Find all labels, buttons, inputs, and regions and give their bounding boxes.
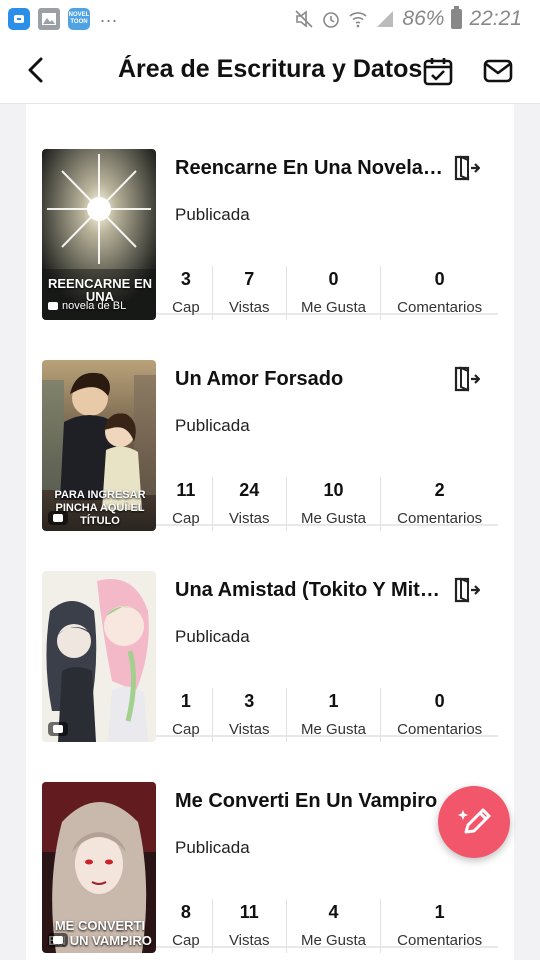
noveltoon-notification-icon: NOVEL TOON (68, 8, 90, 30)
comments-label: Comentarios (397, 299, 483, 316)
story-stats: 8 Cap 11 Vistas 4 Me Gusta 1 Comentarios (160, 899, 498, 955)
battery-percent: 86% (402, 7, 445, 30)
clock: 22:21 (469, 7, 522, 30)
signal-icon (377, 11, 394, 27)
story-item[interactable]: Una Amistad (Tokito Y Mits... Publicada … (42, 526, 498, 742)
comments-stat: 0 Comentarios (381, 688, 498, 742)
comments-count: 0 (434, 269, 445, 289)
likes-label: Me Gusta (300, 299, 366, 316)
exit-icon[interactable] (452, 576, 480, 604)
cover-subtitle-text: novela de BL (62, 300, 127, 312)
likes-count: 1 (328, 691, 339, 711)
top-app-bar: Área de Escritura y Datos (0, 38, 540, 104)
mail-icon[interactable] (482, 55, 514, 87)
publish-status: Publicada (175, 838, 250, 857)
battery-icon (451, 6, 463, 29)
chapters-stat: 3 Cap (160, 266, 212, 320)
story-cover[interactable]: ME CONVERTI EN UN VAMPIRO (42, 782, 156, 953)
views-count: 24 (239, 480, 260, 500)
story-title[interactable]: Un Amor Forsado (175, 368, 445, 391)
story-item[interactable]: REENCARNE EN UNA novela de BL Reencarne … (42, 104, 498, 320)
calendar-check-icon[interactable] (422, 55, 454, 87)
back-button[interactable] (22, 56, 50, 84)
story-stats: 3 Cap 7 Vistas 0 Me Gusta 0 Comentarios (160, 266, 498, 322)
comment-bubble-icon (48, 722, 68, 736)
comments-count: 1 (434, 902, 445, 922)
exit-icon[interactable] (452, 365, 480, 393)
system-indicators: 86% 22:21 (294, 6, 522, 31)
views-count: 3 (244, 691, 255, 711)
chevron-left-icon (28, 57, 43, 83)
chapters-count: 11 (176, 480, 196, 500)
story-title[interactable]: Me Converti En Un Vampiro (175, 790, 445, 813)
comment-bubble-icon (48, 511, 68, 525)
publish-status: Publicada (175, 627, 250, 646)
comments-count: 2 (434, 480, 445, 500)
publish-status: Publicada (175, 205, 250, 224)
write-story-button[interactable] (438, 786, 510, 858)
comments-label: Comentarios (397, 510, 483, 527)
likes-stat: 1 Me Gusta (287, 688, 381, 742)
notification-icons: NOVEL TOON ... (8, 5, 119, 30)
mute-icon (295, 10, 313, 28)
chapters-count: 1 (180, 691, 191, 711)
likes-stat: 4 Me Gusta (287, 899, 381, 953)
alarm-icon (323, 12, 340, 28)
comments-label: Comentarios (397, 721, 483, 738)
more-notifications-indicator: ... (100, 5, 119, 26)
chapters-stat: 11 Cap (160, 477, 212, 531)
story-title[interactable]: Reencarne En Una Novela ... (175, 157, 445, 180)
wifi-icon (349, 12, 367, 28)
story-item[interactable]: ME CONVERTI EN UN VAMPIRO Me Converti En… (42, 737, 498, 953)
likes-label: Me Gusta (300, 932, 366, 949)
exit-icon[interactable] (452, 154, 480, 182)
chapters-label: Cap (172, 721, 200, 738)
views-label: Vistas (228, 721, 270, 738)
comments-label: Comentarios (397, 932, 483, 949)
publish-status: Publicada (175, 416, 250, 435)
views-stat: 24 Vistas (213, 477, 286, 531)
likes-count: 10 (323, 480, 344, 500)
comment-bubble-icon (48, 302, 58, 310)
comments-stat: 1 Comentarios (381, 899, 498, 953)
app-notification-icon (8, 8, 30, 30)
story-cover[interactable] (42, 571, 156, 742)
comments-count: 0 (434, 691, 445, 711)
comments-stat: 2 Comentarios (381, 477, 498, 531)
story-stats: 11 Cap 24 Vistas 10 Me Gusta 2 Comentarios (160, 477, 498, 533)
comments-stat: 0 Comentarios (381, 266, 498, 320)
views-label: Vistas (228, 299, 270, 316)
likes-stat: 0 Me Gusta (287, 266, 381, 320)
views-label: Vistas (228, 510, 270, 527)
chapters-count: 3 (180, 269, 191, 289)
chapters-stat: 8 Cap (160, 899, 212, 953)
views-count: 7 (244, 269, 255, 289)
likes-label: Me Gusta (300, 721, 366, 738)
likes-label: Me Gusta (300, 510, 366, 527)
views-count: 11 (239, 902, 259, 922)
story-stats: 1 Cap 3 Vistas 1 Me Gusta 0 Comentarios (160, 688, 498, 744)
story-title[interactable]: Una Amistad (Tokito Y Mits... (175, 579, 445, 602)
chapters-label: Cap (172, 510, 200, 527)
story-cover[interactable]: PARA INGRESAR PINCHA AQUÍ EL TÍTULO (42, 360, 156, 531)
page-title: Área de Escritura y Datos (118, 55, 423, 83)
pencil-sparkle-icon (458, 808, 491, 834)
views-stat: 11 Vistas (213, 899, 286, 953)
story-item[interactable]: PARA INGRESAR PINCHA AQUÍ EL TÍTULO Un A… (42, 315, 498, 531)
gallery-notification-icon (38, 8, 60, 30)
chapters-label: Cap (172, 932, 200, 949)
comment-bubble-icon (48, 933, 68, 947)
views-stat: 7 Vistas (213, 266, 286, 320)
story-cover[interactable]: REENCARNE EN UNA novela de BL (42, 149, 156, 320)
chapters-count: 8 (180, 902, 191, 922)
likes-stat: 10 Me Gusta (287, 477, 381, 531)
chapters-label: Cap (172, 299, 200, 316)
chapters-stat: 1 Cap (160, 688, 212, 742)
views-stat: 3 Vistas (213, 688, 286, 742)
cover-subtitle: novela de BL (48, 300, 126, 312)
status-bar: NOVEL TOON ... 86% 22:21 (0, 0, 540, 38)
views-label: Vistas (228, 932, 270, 949)
likes-count: 4 (328, 902, 339, 922)
likes-count: 0 (328, 269, 339, 289)
